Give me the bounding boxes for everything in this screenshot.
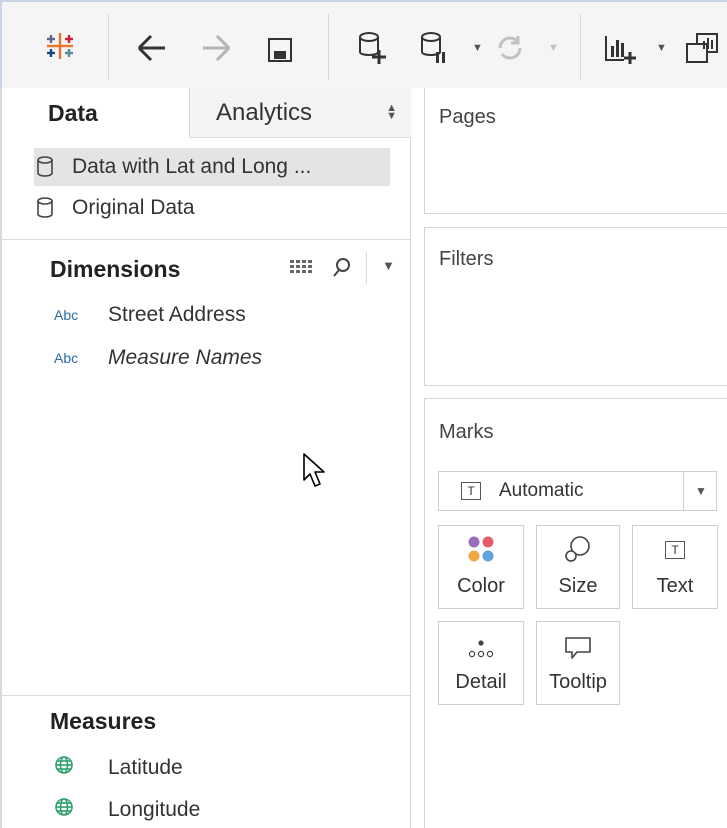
field-label: Longitude (108, 798, 201, 821)
view-as-list-icon[interactable] (290, 258, 312, 281)
measures-heading: Measures (50, 708, 157, 734)
mark-type-label: Automatic (499, 480, 584, 501)
tooltip-button-label: Tooltip (549, 671, 607, 693)
text-button-label: Text (656, 575, 694, 597)
chevron-down-icon: ▼ (695, 484, 707, 498)
database-icon (37, 197, 53, 218)
database-icon (37, 156, 53, 177)
color-button-label: Color (457, 575, 505, 597)
tab-data-label: Data (48, 99, 98, 126)
data-pane: Data Analytics ▲ ▼ Data with Lat and Long… (0, 88, 411, 828)
mouse-cursor-icon (302, 452, 328, 495)
detail-button-label: Detail (455, 671, 507, 693)
field-label: Latitude (108, 756, 183, 779)
dimension-field[interactable]: Abc Street Address (54, 299, 246, 331)
measure-field[interactable]: Latitude (54, 752, 183, 784)
tooltip-button[interactable]: Tooltip (536, 621, 620, 705)
filters-shelf-title: Filters (439, 248, 494, 270)
field-label: Measure Names (108, 346, 263, 369)
dimensions-heading: Dimensions (50, 256, 181, 282)
chevron-down-icon[interactable]: ▼ (382, 258, 395, 273)
tab-sort-arrows-icon[interactable]: ▲ ▼ (386, 103, 397, 122)
tab-analytics[interactable]: Analytics ▲ ▼ (190, 88, 411, 138)
text-mark-icon: T (461, 482, 481, 500)
data-source-label: Data with Lat and Long ... (72, 155, 312, 178)
back-arrow-icon[interactable] (132, 28, 172, 68)
marks-card-title: Marks (439, 421, 494, 443)
new-data-source-icon[interactable] (352, 26, 392, 70)
field-label: Street Address (108, 303, 246, 326)
divider (366, 252, 367, 284)
toolbar: ▼ ▼ ▼ (0, 0, 727, 88)
tableau-logo-icon[interactable] (40, 26, 80, 66)
size-circles-icon (565, 536, 590, 562)
tooltip-bubble-icon (565, 637, 591, 659)
pages-shelf-title: Pages (439, 106, 496, 128)
refresh-icon[interactable] (490, 28, 530, 68)
duplicate-sheet-icon[interactable] (682, 28, 722, 68)
measure-field[interactable]: Longitude (54, 794, 200, 826)
refresh-dropdown-caret-icon[interactable]: ▼ (548, 42, 559, 54)
data-source-item[interactable]: Data with Lat and Long ... (12, 148, 311, 186)
data-source-label: Original Data (72, 196, 195, 219)
data-source-item[interactable]: Original Data (12, 189, 195, 227)
tab-data[interactable]: Data (2, 88, 190, 138)
text-button[interactable]: T Text (632, 525, 718, 609)
detail-button[interactable]: Detail (438, 621, 524, 705)
dimension-field[interactable]: Abc Measure Names (54, 342, 262, 374)
detail-dots-icon (468, 640, 494, 658)
save-icon[interactable] (260, 30, 300, 70)
string-type-icon: Abc (54, 350, 79, 366)
new-worksheet-icon[interactable] (598, 26, 642, 70)
text-mark-icon: T (665, 541, 685, 559)
divider (683, 472, 684, 510)
forward-arrow-icon[interactable] (196, 28, 236, 68)
marks-card: Marks T Automatic ▼ Color Size T Text De… (424, 398, 727, 828)
section-divider (2, 695, 411, 696)
pause-auto-updates-icon[interactable] (414, 26, 454, 70)
search-icon[interactable] (332, 256, 352, 283)
new-worksheet-dropdown-caret-icon[interactable]: ▼ (656, 42, 667, 54)
mark-type-dropdown[interactable]: T Automatic ▼ (438, 471, 717, 511)
globe-icon (54, 755, 108, 781)
section-divider (2, 239, 411, 240)
string-type-icon: Abc (54, 307, 79, 323)
globe-icon (54, 797, 108, 823)
color-button[interactable]: Color (438, 525, 524, 609)
size-button[interactable]: Size (536, 525, 620, 609)
pause-dropdown-caret-icon[interactable]: ▼ (472, 42, 483, 54)
size-button-label: Size (558, 575, 598, 597)
color-dots-icon (468, 536, 494, 562)
tab-analytics-label: Analytics (216, 98, 313, 126)
pages-shelf[interactable]: Pages (424, 88, 727, 214)
filters-shelf[interactable]: Filters (424, 227, 727, 386)
